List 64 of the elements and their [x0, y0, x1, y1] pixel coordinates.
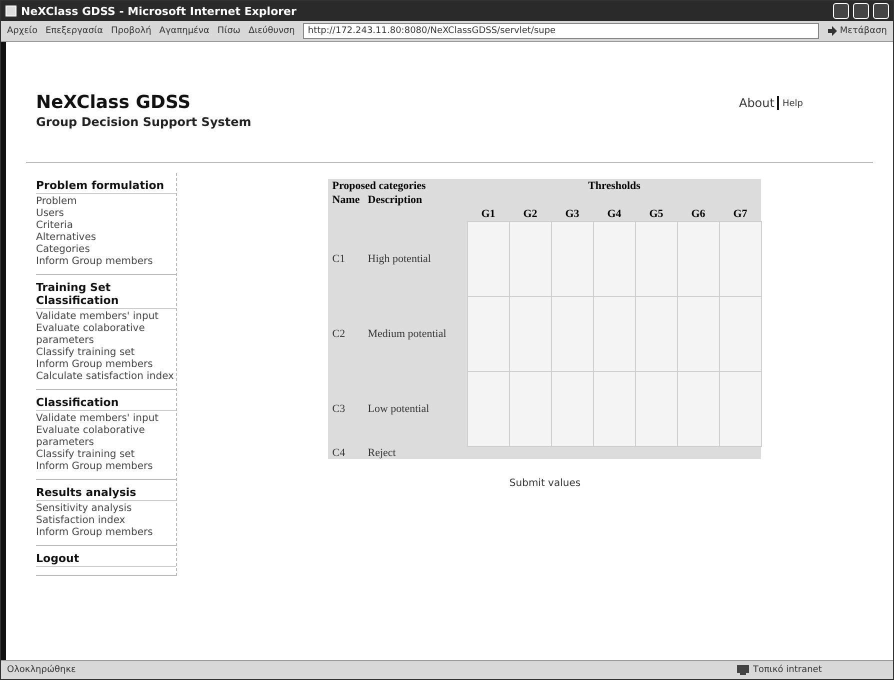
window-title: NeXClass GDSS - Microsoft Internet Explorer [21, 4, 296, 18]
sidebar-item[interactable]: Inform Group members [36, 359, 176, 371]
menu-item[interactable]: Επεξεργασία [46, 26, 104, 36]
sidebar-heading[interactable]: Logout [36, 552, 176, 567]
sidebar-heading: Results analysis [36, 486, 176, 501]
minimize-button[interactable] [833, 3, 849, 19]
sidebar-item[interactable]: Categories [36, 244, 176, 256]
sidebar-heading: Problem formulation [36, 179, 176, 194]
menu-item[interactable]: Αρχείο [7, 26, 38, 36]
column-group-header: Thresholds [467, 179, 762, 193]
sidebar-item[interactable]: Classify training set [36, 347, 176, 359]
sidebar-item[interactable]: Validate members' input [36, 311, 176, 323]
close-button[interactable] [873, 3, 889, 19]
table-cell: Medium potential [364, 296, 468, 372]
column-header: Description [364, 193, 468, 207]
table-cell: C3 [328, 372, 364, 446]
about-link[interactable]: About [738, 96, 774, 110]
sidebar-item[interactable]: Criteria [36, 220, 176, 232]
sidebar-item[interactable]: Evaluate colaborative parameters [36, 425, 176, 449]
column-header: G3 [551, 207, 594, 222]
sidebar-item[interactable]: Inform Group members [36, 256, 176, 268]
submit-button[interactable]: Submit values [503, 476, 587, 490]
column-header: Name [328, 193, 364, 207]
sidebar-item[interactable]: Alternatives [36, 232, 176, 244]
column-header: G2 [509, 207, 552, 222]
zone-text: Τοπικό intranet [753, 665, 822, 675]
sidebar-item[interactable]: Evaluate colaborative parameters [36, 323, 176, 347]
menu-item[interactable]: Αγαπημένα [159, 26, 210, 36]
sidebar-item[interactable]: Users [36, 208, 176, 220]
arrow-icon [826, 26, 837, 36]
sidebar-item[interactable]: Validate members' input [36, 413, 176, 425]
status-text: Ολοκληρώθηκε [7, 665, 76, 675]
table-cell: C4 [328, 446, 364, 458]
help-link[interactable]: Help [782, 99, 803, 109]
menu-item[interactable]: Προβολή [111, 26, 152, 36]
table-cell: High potential [364, 222, 468, 296]
go-button[interactable]: Μετάβαση [826, 26, 887, 36]
sidebar-item[interactable]: Calculate satisfaction index [36, 371, 176, 383]
address-label: Διεύθυνση [248, 26, 295, 36]
maximize-button[interactable] [853, 3, 869, 19]
table-cell: C1 [328, 222, 364, 296]
sidebar-item[interactable]: Inform Group members [36, 461, 176, 473]
sidebar-item[interactable]: Satisfaction index [36, 515, 176, 527]
sidebar-item[interactable]: Classify training set [36, 449, 176, 461]
sidebar-heading: Training Set Classification [36, 281, 176, 309]
table-cell: C2 [328, 296, 364, 372]
table-cell: Low potential [364, 372, 468, 446]
app-subtitle: Group Decision Support System [36, 115, 252, 129]
address-field[interactable]: http://172.243.11.80:8080/NeXClassGDSS/servlet/supe [302, 23, 819, 39]
column-header: G4 [593, 207, 636, 222]
back-button[interactable]: Πίσω [217, 26, 240, 36]
computer-icon [737, 665, 749, 675]
column-header: G5 [635, 207, 678, 222]
sidebar-item[interactable]: Problem [36, 196, 176, 208]
column-group-header: Proposed categories [328, 179, 468, 193]
column-header: G7 [719, 207, 762, 222]
column-header: G6 [677, 207, 720, 222]
page-icon [5, 5, 17, 17]
sidebar-heading: Classification [36, 396, 176, 411]
app-title: NeXClass GDSS [36, 92, 192, 113]
table-cell: Reject [364, 446, 468, 458]
column-header: G1 [467, 207, 510, 222]
sidebar-item[interactable]: Sensitivity analysis [36, 503, 176, 515]
sidebar-item[interactable]: Inform Group members [36, 527, 176, 539]
